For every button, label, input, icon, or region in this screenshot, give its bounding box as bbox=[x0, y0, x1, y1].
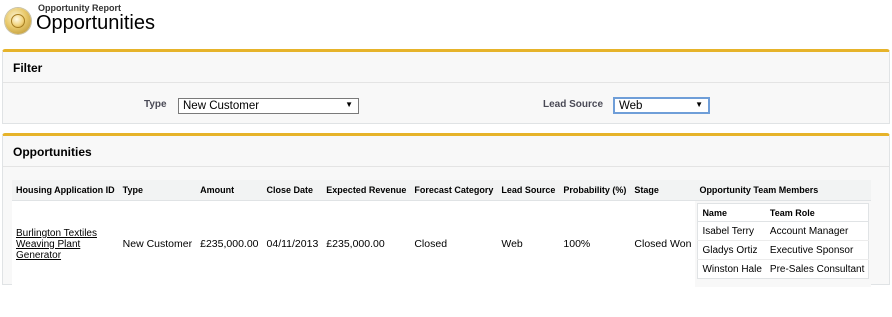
stage-cell: Closed Won bbox=[630, 200, 696, 287]
member-role: Pre-Sales Consultant bbox=[765, 259, 869, 279]
dropdown-arrow-icon: ▼ bbox=[345, 100, 353, 109]
column-header: Probability (%) bbox=[559, 180, 631, 201]
name-line: Generator bbox=[16, 249, 62, 261]
team-member-row: Gladys Ortiz Executive Sponsor bbox=[697, 240, 869, 260]
member-name: Isabel Terry bbox=[697, 221, 766, 241]
table-row: Burlington Textiles Weaving Plant Genera… bbox=[12, 200, 872, 287]
column-header: Type bbox=[118, 180, 197, 201]
name-line: Weaving Plant bbox=[16, 238, 81, 250]
amount-cell: £235,000.00 bbox=[196, 200, 263, 287]
column-header: Housing Application ID bbox=[12, 180, 119, 201]
column-header: Stage bbox=[630, 180, 696, 201]
column-header: Close Date bbox=[262, 180, 323, 201]
opportunities-panel: Opportunities Housing Application ID Typ… bbox=[2, 133, 890, 287]
column-header: Amount bbox=[196, 180, 263, 201]
team-header-row: Name Team Role bbox=[697, 203, 869, 222]
lead-source-cell: Web bbox=[497, 200, 560, 287]
filter-panel-header: Filter bbox=[3, 52, 889, 83]
expected-revenue-cell: £235,000.00 bbox=[322, 200, 411, 287]
filter-panel: Filter Type New Customer ▼ Lead Source W… bbox=[2, 49, 890, 124]
lead-source-label: Lead Source bbox=[543, 99, 604, 110]
probability-cell: 100% bbox=[559, 200, 631, 287]
table-header-row: Housing Application ID Type Amount Close… bbox=[12, 180, 872, 201]
team-member-row: Isabel Terry Account Manager bbox=[697, 221, 869, 241]
opportunities-table: Housing Application ID Type Amount Close… bbox=[12, 180, 872, 287]
opportunity-name-cell: Burlington Textiles Weaving Plant Genera… bbox=[12, 200, 119, 287]
page-title: Opportunities bbox=[36, 12, 155, 34]
opportunities-panel-header: Opportunities bbox=[3, 136, 889, 167]
member-name: Winston Hale bbox=[697, 259, 766, 279]
member-role: Executive Sponsor bbox=[765, 240, 869, 260]
column-header: Forecast Category bbox=[410, 180, 498, 201]
dropdown-arrow-icon: ▼ bbox=[695, 100, 703, 109]
lead-source-select-value: Web bbox=[619, 100, 643, 112]
opportunity-coin-icon bbox=[5, 8, 31, 34]
forecast-category-cell: Closed bbox=[410, 200, 498, 287]
team-members-cell: Name Team Role Isabel Terry Account Mana… bbox=[695, 200, 872, 287]
member-name: Gladys Ortiz bbox=[697, 240, 766, 260]
filter-heading: Filter bbox=[13, 61, 43, 75]
column-header: Opportunity Team Members bbox=[695, 180, 872, 201]
type-select[interactable]: New Customer ▼ bbox=[178, 98, 359, 114]
column-header: Lead Source bbox=[497, 180, 560, 201]
close-date-cell: 04/11/2013 bbox=[262, 200, 323, 287]
type-cell: New Customer bbox=[118, 200, 197, 287]
member-role: Account Manager bbox=[765, 221, 869, 241]
page-header: Opportunity Report Opportunities bbox=[0, 0, 892, 44]
opportunity-name-link[interactable]: Burlington Textiles Weaving Plant Genera… bbox=[16, 228, 115, 261]
opportunities-heading: Opportunities bbox=[13, 145, 92, 159]
name-line: Burlington Textiles bbox=[16, 227, 97, 239]
type-select-value: New Customer bbox=[183, 100, 260, 112]
type-label: Type bbox=[144, 99, 167, 110]
team-member-row: Winston Hale Pre-Sales Consultant bbox=[697, 259, 869, 279]
lead-source-select[interactable]: Web ▼ bbox=[613, 97, 710, 114]
team-column-header: Name bbox=[697, 203, 766, 222]
team-members-table: Name Team Role Isabel Terry Account Mana… bbox=[697, 203, 870, 279]
column-header: Expected Revenue bbox=[322, 180, 411, 201]
team-column-header: Team Role bbox=[765, 203, 869, 222]
